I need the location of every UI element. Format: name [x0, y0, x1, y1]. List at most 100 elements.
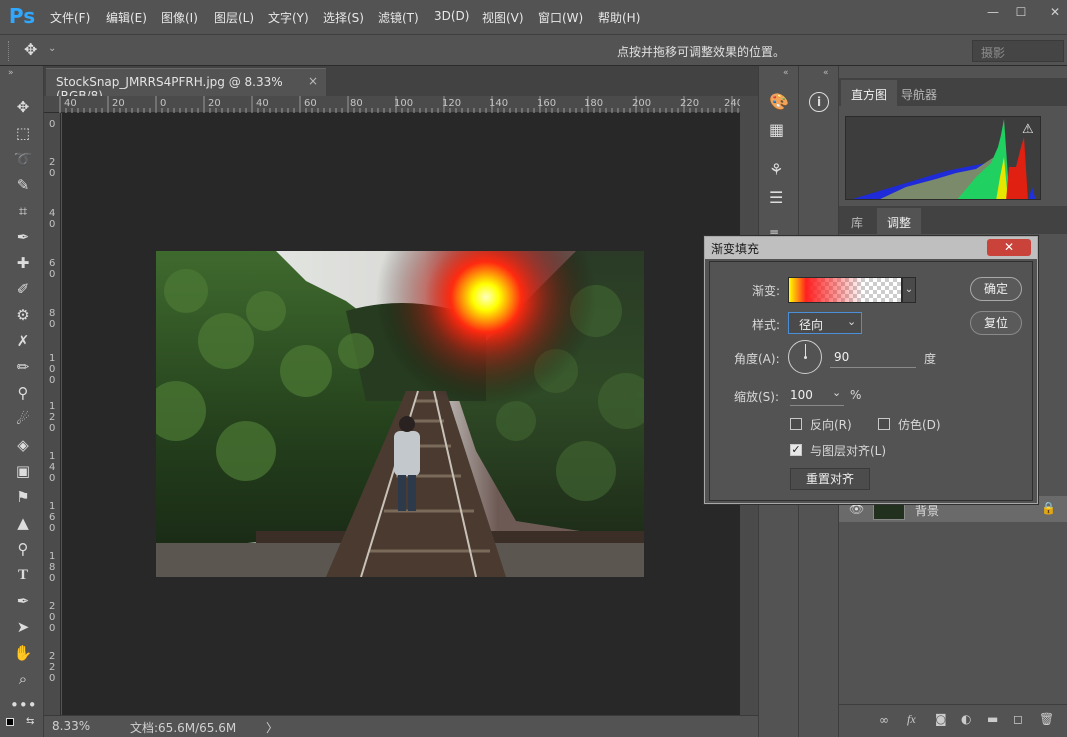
options-grip — [8, 41, 11, 61]
close-tab-icon[interactable]: × — [308, 74, 318, 88]
type-tool-icon[interactable]: T — [10, 564, 36, 586]
move-tool-icon[interactable]: ✥ — [10, 96, 36, 118]
tab-libraries[interactable]: 库 — [841, 208, 873, 237]
menu-file[interactable]: 文件(F) — [50, 9, 90, 26]
gradient-dropdown-chevron-icon[interactable]: ⌄ — [902, 277, 916, 303]
blur-tool-icon[interactable]: ⚑ — [10, 486, 36, 508]
ruler-label: 20 — [208, 98, 221, 109]
status-menu-arrow[interactable]: 〉 — [266, 719, 278, 736]
histogram-warning-icon[interactable]: ⚠ — [1022, 122, 1034, 137]
tab-navigator[interactable]: 导航器 — [891, 80, 947, 109]
color-panel-icon[interactable]: 🎨 — [769, 92, 789, 111]
dialog-body: 渐变: ⌄ 样式: 径向 ⌄ 角度(A): 90 度 缩放(S): 100 ⌄ … — [709, 261, 1033, 501]
status-bar: 8.33% 文档:65.6M/65.6M 〉 — [44, 715, 758, 737]
swap-colors-icon[interactable]: ⇆ — [26, 716, 34, 727]
gradient-tool-icon[interactable]: ▣ — [10, 460, 36, 482]
menu-filter[interactable]: 滤镜(T) — [378, 9, 419, 26]
menu-help[interactable]: 帮助(H) — [598, 9, 640, 26]
tab-histogram[interactable]: 直方图 — [841, 80, 898, 106]
new-layer-icon[interactable]: ◻ — [1013, 712, 1023, 726]
tools-panel: » ✥ ⬚ ➰ ✎ ⌗ ✒ ✚ ✐ ⚙ ✗ ✏ ⚲ ☄ ◈ ▣ ⚑ ▲ ⚲ T … — [0, 66, 44, 737]
menu-layer[interactable]: 图层(L) — [214, 9, 254, 26]
document-image[interactable] — [156, 251, 644, 577]
dither-checkbox[interactable] — [878, 418, 890, 430]
eyedropper-tool-icon[interactable]: ✒ — [10, 226, 36, 248]
zoom-tool-icon[interactable]: ⌕ — [10, 668, 36, 690]
reverse-label: 反向(R) — [810, 418, 852, 432]
lasso-tool-icon[interactable]: ➰ — [10, 148, 36, 170]
ruler-label: 40 — [256, 98, 269, 109]
layers-footer: ∞ fx ◙ ◐ ▬ ◻ 🗑 — [839, 704, 1067, 737]
clone-stamp-tool-icon[interactable]: ⚙ — [10, 304, 36, 326]
angle-dial[interactable] — [788, 340, 822, 374]
move-tool-icon[interactable]: ✥ — [24, 40, 37, 59]
ruler-label: 8 0 — [49, 308, 56, 330]
add-mask-icon[interactable]: ◙ — [935, 712, 947, 726]
paint-bucket-tool-icon[interactable]: ◈ — [10, 434, 36, 456]
ruler-label: 1 4 0 — [49, 451, 56, 484]
collapse-dock-icon[interactable]: « — [783, 68, 789, 78]
document-tab[interactable]: StockSnap_JMRRS4PFRH.jpg @ 8.33%(RGB/8) … — [46, 68, 326, 103]
delete-layer-icon[interactable]: 🗑 — [1039, 712, 1054, 726]
tool-preset-chevron-icon[interactable]: ⌄ — [48, 43, 56, 54]
style-label: 样式: — [752, 318, 781, 332]
visibility-eye-icon[interactable]: 👁 — [849, 502, 864, 516]
menu-view[interactable]: 视图(V) — [482, 9, 524, 26]
menu-select[interactable]: 选择(S) — [323, 9, 364, 26]
tab-adjustments[interactable]: 调整 — [877, 208, 922, 234]
angle-input[interactable]: 90 — [830, 348, 916, 368]
marquee-tool-icon[interactable]: ⬚ — [10, 122, 36, 144]
menu-type[interactable]: 文字(Y) — [268, 9, 309, 26]
gradient-fill-dialog: 渐变填充 ✕ 渐变: ⌄ 样式: 径向 ⌄ 角度(A): 90 度 缩放(S):… — [704, 236, 1038, 504]
collapse-dock-icon[interactable]: « — [823, 68, 829, 78]
collapse-tools-icon[interactable]: » — [8, 68, 14, 78]
gradient-preview-swatch[interactable] — [788, 277, 902, 303]
reset-alignment-button[interactable]: 重置对齐 — [790, 468, 870, 490]
more-tools-icon[interactable]: ••• — [10, 694, 37, 716]
close-window-button[interactable]: ✕ — [1045, 4, 1065, 20]
scale-chevron-icon[interactable]: ⌄ — [832, 386, 841, 399]
smudge-tool-icon[interactable]: ☄ — [10, 408, 36, 430]
link-layers-icon[interactable]: ∞ — [879, 713, 889, 727]
hand-tool-icon[interactable]: ✋ — [10, 642, 36, 664]
angle-label: 角度(A): — [734, 352, 780, 366]
stamp-tool-icon[interactable]: ⚲ — [10, 382, 36, 404]
default-colors-icon[interactable] — [6, 718, 14, 726]
dialog-title: 渐变填充 — [711, 242, 760, 256]
menu-edit[interactable]: 编辑(E) — [106, 9, 147, 26]
menu-window[interactable]: 窗口(W) — [538, 9, 583, 26]
new-adjustment-icon[interactable]: ◐ — [961, 712, 971, 726]
minimize-button[interactable]: — — [983, 4, 1003, 20]
dodge-tool-icon[interactable]: ⚲ — [10, 538, 36, 560]
ruler-label: 1 2 0 — [49, 401, 56, 434]
sharpen-tool-icon[interactable]: ▲ — [10, 512, 36, 534]
style-select[interactable]: 径向 ⌄ — [788, 312, 862, 334]
menu-3d[interactable]: 3D(D) — [434, 9, 469, 23]
crop-tool-icon[interactable]: ⌗ — [10, 200, 36, 222]
dialog-close-button[interactable]: ✕ — [987, 239, 1031, 256]
brush-panel-icon[interactable]: ⚘ — [769, 160, 783, 179]
vertical-ruler: 0 2 0 4 0 6 0 8 0 1 0 0 1 2 0 1 4 0 1 6 … — [44, 113, 61, 715]
ok-button[interactable]: 确定 — [970, 277, 1022, 301]
history-brush-tool-icon[interactable]: ✗ — [10, 330, 36, 352]
brush-tool-icon[interactable]: ✐ — [10, 278, 36, 300]
info-panel-icon[interactable]: i — [809, 92, 829, 112]
healing-brush-tool-icon[interactable]: ✚ — [10, 252, 36, 274]
reverse-checkbox[interactable] — [790, 418, 802, 430]
zoom-level[interactable]: 8.33% — [52, 719, 90, 733]
reset-button[interactable]: 复位 — [970, 311, 1022, 335]
pen-tool-icon[interactable]: ✒ — [10, 590, 36, 612]
fx-icon[interactable]: fx — [907, 712, 916, 727]
path-selection-tool-icon[interactable]: ➤ — [10, 616, 36, 638]
adjustments-panel-icon[interactable]: ☰ — [769, 188, 783, 207]
workspace-search-input[interactable]: 摄影 — [972, 40, 1064, 62]
swatches-panel-icon[interactable]: ▦ — [769, 120, 784, 139]
ruler-label: 120 — [442, 98, 462, 109]
align-with-layer-checkbox[interactable]: ✓ — [790, 444, 802, 456]
options-bar: ✥ ⌄ 点按并拖移可调整效果的位置。 摄影 — [0, 34, 1067, 66]
maximize-button[interactable]: ☐ — [1011, 4, 1031, 20]
eraser-tool-icon[interactable]: ✏ — [10, 356, 36, 378]
menu-image[interactable]: 图像(I) — [161, 9, 198, 26]
new-group-icon[interactable]: ▬ — [987, 712, 998, 726]
quick-select-tool-icon[interactable]: ✎ — [10, 174, 36, 196]
